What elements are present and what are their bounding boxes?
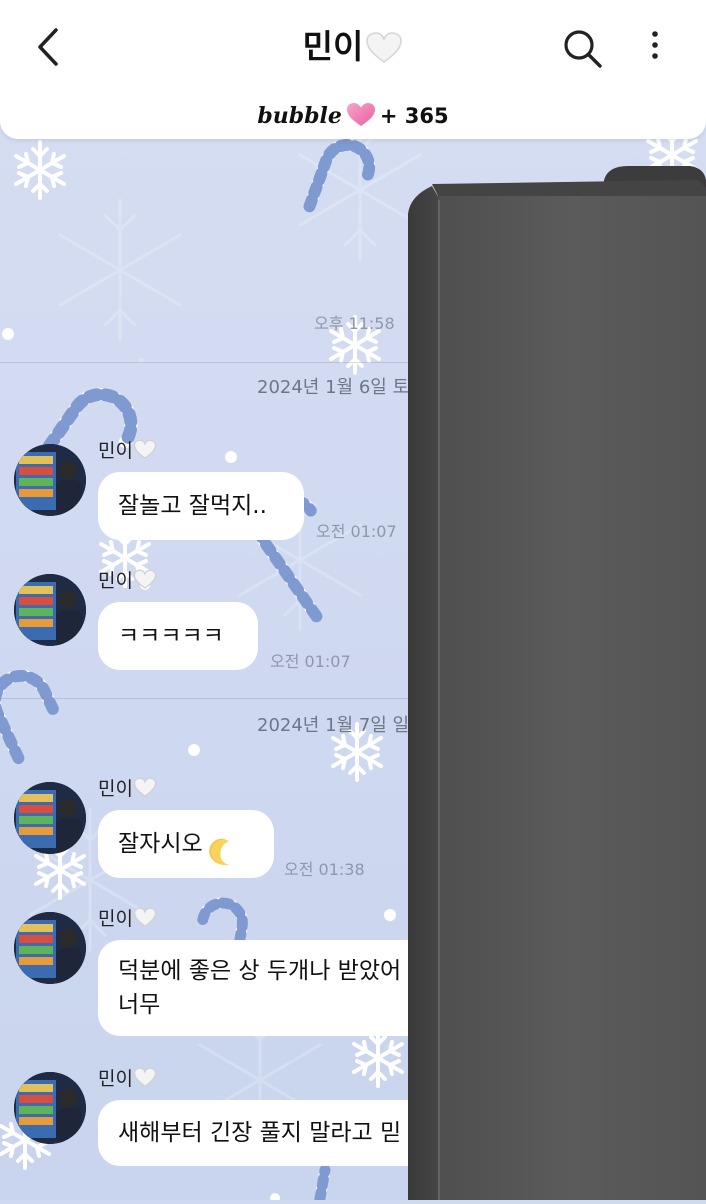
avatar-photo	[14, 444, 86, 516]
avatar-photo	[14, 782, 86, 854]
date-separator: 2024년 1월 7일 일	[257, 715, 410, 736]
date-separator: 2024년 1월 6일 토	[257, 377, 410, 398]
message-time: 오전 01:07	[270, 652, 351, 671]
message-bubble[interactable]: 잘놀고 잘먹지..	[98, 472, 304, 540]
message-text-line: 덕분에 좋은 상 두개나 받았어	[118, 958, 402, 984]
pink-heart-icon	[346, 102, 376, 128]
message-time: 오후 11:58	[314, 314, 395, 333]
avatar[interactable]	[14, 444, 86, 516]
avatar[interactable]	[14, 1072, 86, 1144]
avatar-photo	[14, 574, 86, 646]
chat-title-text: 민이	[302, 27, 364, 66]
avatar-photo	[14, 912, 86, 984]
white-heart-icon	[133, 569, 157, 590]
message-bubble[interactable]: 새해부터 긴장 풀지 말라고 믿	[98, 1100, 458, 1166]
sender-name: 민이	[98, 566, 157, 593]
search-icon	[564, 30, 602, 68]
avatar[interactable]	[14, 782, 86, 854]
avatar[interactable]	[14, 574, 86, 646]
message-text-line: 너무	[118, 992, 161, 1018]
occluding-object	[408, 166, 706, 1200]
white-heart-icon	[133, 777, 157, 798]
sender-name: 민이	[98, 774, 157, 801]
message-text: 잘놀고 잘먹지..	[118, 493, 267, 519]
search-button[interactable]	[560, 26, 606, 72]
white-heart-icon	[365, 29, 403, 63]
chat-header: 민이 bubble + 365	[0, 0, 706, 139]
subscription-bar: bubble + 365	[0, 98, 706, 134]
message-bubble[interactable]: 잘자시오	[98, 810, 274, 878]
crescent-moon-icon	[205, 827, 237, 865]
sender-name: 민이	[98, 1064, 157, 1091]
message-text: ㅋㅋㅋㅋㅋ	[118, 623, 224, 649]
bubble-logo: bubble	[257, 103, 342, 129]
message-time: 오전 01:07	[316, 522, 397, 541]
subscription-days: + 365	[379, 104, 449, 128]
avatar[interactable]	[14, 912, 86, 984]
sender-name: 민이	[98, 436, 157, 463]
white-heart-icon	[133, 1067, 157, 1088]
avatar-photo	[14, 1072, 86, 1144]
message-text: 새해부터 긴장 풀지 말라고 믿	[118, 1120, 402, 1146]
message-bubble[interactable]: ㅋㅋㅋㅋㅋ	[98, 602, 258, 670]
message-text: 잘자시오	[118, 831, 203, 857]
message-bubble[interactable]: 덕분에 좋은 상 두개나 받았어 너무	[98, 940, 458, 1036]
more-vertical-icon	[652, 31, 658, 59]
message-time: 오전 01:38	[284, 860, 365, 879]
gray-block-occluder	[408, 166, 706, 1200]
white-heart-icon	[133, 907, 157, 928]
more-button[interactable]	[640, 24, 670, 70]
white-heart-icon	[133, 439, 157, 460]
sender-name: 민이	[98, 904, 157, 931]
